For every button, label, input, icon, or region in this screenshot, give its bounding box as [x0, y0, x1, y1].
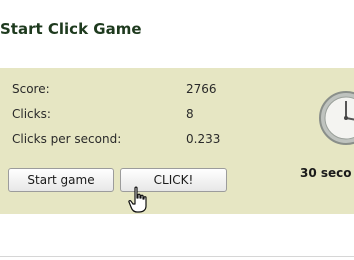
hand-pointer-icon — [128, 186, 147, 213]
score-value: 2766 — [186, 82, 217, 96]
clicks-value: 8 — [186, 107, 194, 121]
score-label: Score: — [12, 82, 50, 96]
cps-label: Clicks per second: — [12, 132, 122, 146]
clock-icon — [319, 91, 354, 145]
divider-line — [0, 256, 354, 257]
timer-text: 30 seco — [300, 166, 352, 180]
game-page: Start Click Game Score: 2766 Clicks: 8 C… — [0, 0, 354, 260]
page-title: Start Click Game — [0, 20, 142, 38]
cps-value: 0.233 — [186, 132, 221, 146]
start-game-button[interactable]: Start game — [8, 168, 114, 192]
clicks-label: Clicks: — [12, 107, 51, 121]
